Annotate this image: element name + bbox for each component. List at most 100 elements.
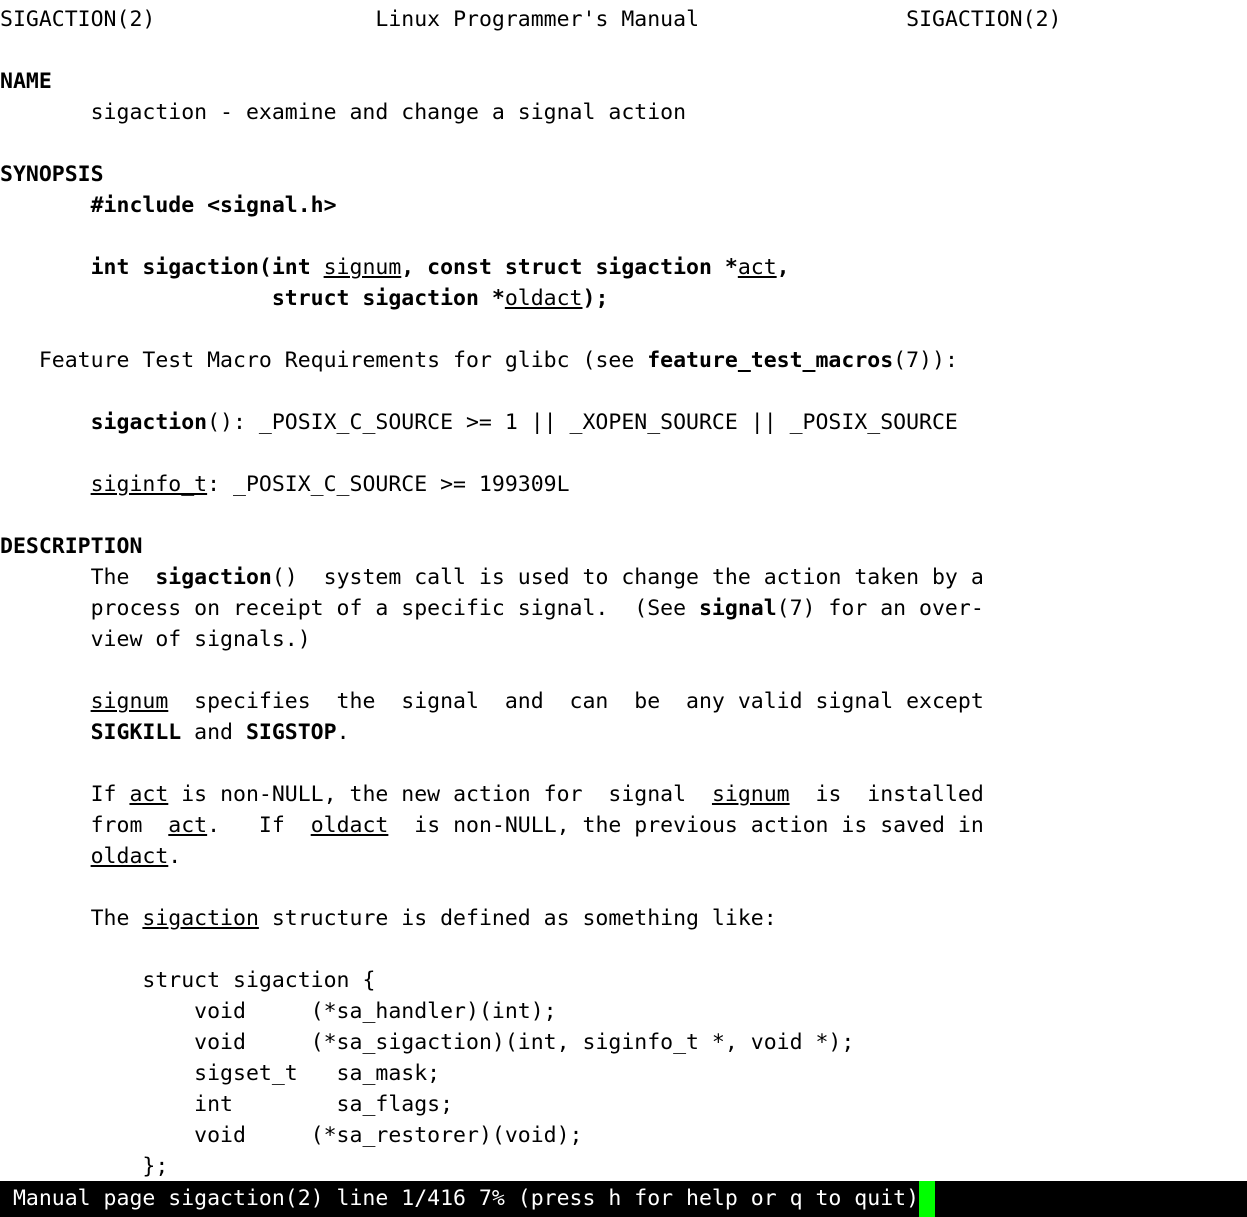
- const-sigstop: SIGSTOP: [245, 720, 337, 745]
- heading-text-synopsis: SYNOPSIS: [0, 162, 104, 187]
- header-gap-1: [155, 7, 375, 32]
- prototype-terminator: );: [582, 286, 609, 311]
- man-page-content[interactable]: SIGACTION(2) Linux Programmer's Manual S…: [0, 0, 1247, 1182]
- man-header-right: SIGACTION(2): [906, 7, 1062, 32]
- name-summary: sigaction - examine and change a signal …: [90, 100, 687, 125]
- description-paragraph3-line3: oldact.: [0, 841, 1247, 872]
- param-oldact: oldact: [310, 813, 389, 838]
- description-paragraph2-line1: signum specifies the signal and can be a…: [0, 686, 1247, 717]
- param-signum: signum: [323, 255, 402, 280]
- desc-text: is non-NULL, the new action for signal: [168, 782, 712, 807]
- desc-text: () system call is used to change the act…: [271, 565, 984, 590]
- ftm-intro-text: Feature Test Macro Requirements for glib…: [38, 348, 648, 373]
- prototype-struct-type: struct sigaction *: [271, 286, 505, 311]
- man-header-center: Linux Programmer's Manual: [375, 7, 700, 32]
- description-paragraph2-line2: SIGKILL and SIGSTOP.: [0, 717, 1247, 748]
- pager-status-text: Manual page sigaction(2) line 1/416 7% (…: [0, 1186, 920, 1211]
- header-gap-2: [699, 7, 906, 32]
- param-act: act: [168, 813, 208, 838]
- desc-text: The: [90, 906, 143, 931]
- code-line-struct-open: struct sigaction {: [0, 965, 1247, 996]
- param-signum: signum: [90, 689, 169, 714]
- desc-text: If: [90, 782, 130, 807]
- synopsis-prototype-line-1: int sigaction(int signum, const struct s…: [0, 252, 1247, 283]
- desc-text: from: [90, 813, 169, 838]
- prototype-middle: , const struct sigaction *: [401, 255, 738, 280]
- code-text: };: [142, 1154, 169, 1179]
- desc-text: .: [168, 844, 182, 869]
- type-siginfo-t: siginfo_t: [90, 472, 208, 497]
- desc-text: specifies the signal and can be any vali…: [168, 689, 984, 714]
- ftm-manpage-ref: feature_test_macros: [647, 348, 894, 373]
- synopsis-prototype-line-2: struct sigaction *oldact);: [0, 283, 1247, 314]
- func-sigaction: sigaction: [155, 565, 272, 590]
- ftm-sigaction-line: sigaction(): _POSIX_C_SOURCE >= 1 || _XO…: [0, 407, 1247, 438]
- desc-text: is installed: [789, 782, 984, 807]
- code-text: void (*sa_handler)(int);: [194, 999, 557, 1024]
- ftm-intro-tail: (7)):: [893, 348, 958, 373]
- heading-text-description: DESCRIPTION: [0, 534, 143, 559]
- code-line-struct-close: };: [0, 1151, 1247, 1182]
- const-sigkill: SIGKILL: [90, 720, 182, 745]
- param-act: act: [737, 255, 777, 280]
- prototype-signature: int sigaction(int: [90, 255, 324, 280]
- ftm-siginfo-line: siginfo_t: _POSIX_C_SOURCE >= 199309L: [0, 469, 1247, 500]
- code-line-sa-flags: int sa_flags;: [0, 1089, 1247, 1120]
- desc-text: (7) for an over-: [776, 596, 984, 621]
- ftm-siginfo-requirements: : _POSIX_C_SOURCE >= 199309L: [207, 472, 570, 497]
- code-line-sa-restorer: void (*sa_restorer)(void);: [0, 1120, 1247, 1151]
- synopsis-include-line: #include <signal.h>: [0, 190, 1247, 221]
- param-signum: signum: [711, 782, 790, 807]
- code-line-sa-sigaction: void (*sa_sigaction)(int, siginfo_t *, v…: [0, 1027, 1247, 1058]
- feature-test-macro-intro: Feature Test Macro Requirements for glib…: [0, 345, 1247, 376]
- param-oldact: oldact: [90, 844, 169, 869]
- pager-status-bar[interactable]: Manual page sigaction(2) line 1/416 7% (…: [0, 1181, 1247, 1217]
- code-text: int sa_flags;: [194, 1092, 454, 1117]
- ftm-sigaction-requirements: (): _POSIX_C_SOURCE >= 1 || _XOPEN_SOURC…: [207, 410, 958, 435]
- code-line-sa-mask: sigset_t sa_mask;: [0, 1058, 1247, 1089]
- code-text: void (*sa_sigaction)(int, siginfo_t *, v…: [194, 1030, 855, 1055]
- description-paragraph1-line2: process on receipt of a specific signal.…: [0, 593, 1247, 624]
- struct-sigaction-ref: sigaction: [142, 906, 259, 931]
- name-description-line: sigaction - examine and change a signal …: [0, 97, 1247, 128]
- desc-text: process on receipt of a specific signal.…: [90, 596, 699, 621]
- code-line-sa-handler: void (*sa_handler)(int);: [0, 996, 1247, 1027]
- manpage-ref-signal: signal: [698, 596, 777, 621]
- description-paragraph1-line3: view of signals.): [0, 624, 1247, 655]
- code-text: struct sigaction {: [142, 968, 376, 993]
- code-text: sigset_t sa_mask;: [194, 1061, 441, 1086]
- block-cursor: [919, 1181, 936, 1217]
- desc-text: is non-NULL, the previous action is save…: [388, 813, 984, 838]
- heading-text-name: NAME: [0, 69, 52, 94]
- terminal-window: SIGACTION(2) Linux Programmer's Manual S…: [0, 0, 1247, 1217]
- section-heading-name: NAME: [0, 66, 1247, 97]
- description-paragraph3-line1: If act is non-NULL, the new action for s…: [0, 779, 1247, 810]
